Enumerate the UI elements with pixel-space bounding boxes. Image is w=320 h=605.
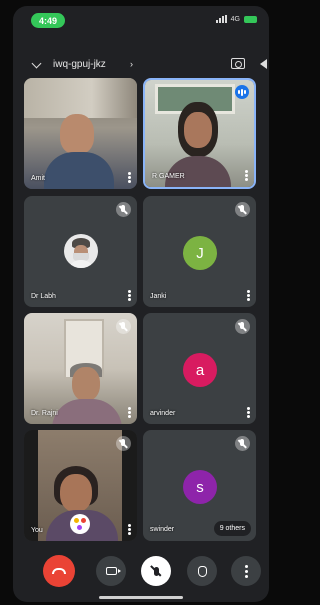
effects-icon[interactable] [70,514,90,534]
meeting-code[interactable]: iwq-gpuj-jkz [53,59,106,70]
network-label: 4G [230,15,240,23]
phone-hangup-icon [52,568,66,574]
participant-video [24,78,137,189]
status-icons: 4G [215,15,257,23]
participant-name: Janki [150,293,167,300]
phone-screen: 4:49 4G iwq-gpuj-jkz › Amit R GAMER Dr L… [13,6,269,602]
participant-tile-amit[interactable]: Amit [24,78,137,189]
participant-tile-arvinder[interactable]: a arvinder [143,313,256,424]
more-vert-icon[interactable] [128,172,131,183]
speaking-indicator-icon [235,85,249,99]
participant-name: Amit [31,175,45,182]
participant-tile-you[interactable]: You [24,430,137,541]
participant-tile-dr-labh[interactable]: Dr Labh [24,196,137,307]
call-controls [13,552,269,592]
more-vert-icon[interactable] [128,524,131,535]
more-vert-icon[interactable] [247,290,250,301]
mic-off-icon [235,202,250,217]
camera-icon [105,567,121,575]
participant-tile-dr-rajni[interactable]: Dr. Rajni [24,313,137,424]
participant-tile-swinder[interactable]: s swinder 9 others [143,430,256,541]
more-vert-icon[interactable] [245,170,248,181]
mic-off-icon [116,319,131,334]
participant-name: You [31,527,43,534]
mic-off-icon [116,436,131,451]
mic-off-icon [235,436,250,451]
more-options-button[interactable] [231,556,261,586]
participant-tile-janki[interactable]: J Janki [143,196,256,307]
participant-name: Dr Labh [31,293,56,300]
raise-hand-button[interactable] [187,556,217,586]
signal-icon [215,15,227,23]
more-vert-icon[interactable] [128,290,131,301]
mic-button[interactable] [141,556,171,586]
mic-off-icon [116,202,131,217]
meeting-header: iwq-gpuj-jkz › [13,56,269,78]
chevron-down-icon[interactable] [31,58,42,69]
more-vert-icon[interactable] [247,407,250,418]
others-count[interactable]: 9 others [213,521,251,536]
status-time: 4:49 [31,13,65,28]
avatar: s [183,470,217,504]
hand-icon [197,565,207,577]
battery-icon [244,15,257,23]
more-vert-icon [244,564,248,578]
avatar: J [183,236,217,270]
participant-name: R GAMER [152,173,185,180]
speaker-icon[interactable] [260,59,267,69]
more-vert-icon[interactable] [128,407,131,418]
status-bar: 4:49 4G [13,6,269,36]
home-indicator[interactable] [99,596,183,599]
participant-name: swinder [150,526,175,533]
end-call-button[interactable] [43,555,75,587]
camera-button[interactable] [96,556,126,586]
avatar: a [183,353,217,387]
meeting-info-arrow[interactable]: › [130,59,133,69]
participant-tile-r-gamer[interactable]: R GAMER [143,78,256,189]
mic-off-icon [235,319,250,334]
participant-name: arvinder [150,410,176,417]
participant-name: Dr. Rajni [31,410,58,417]
avatar [64,234,98,268]
switch-camera-icon[interactable] [231,58,245,69]
